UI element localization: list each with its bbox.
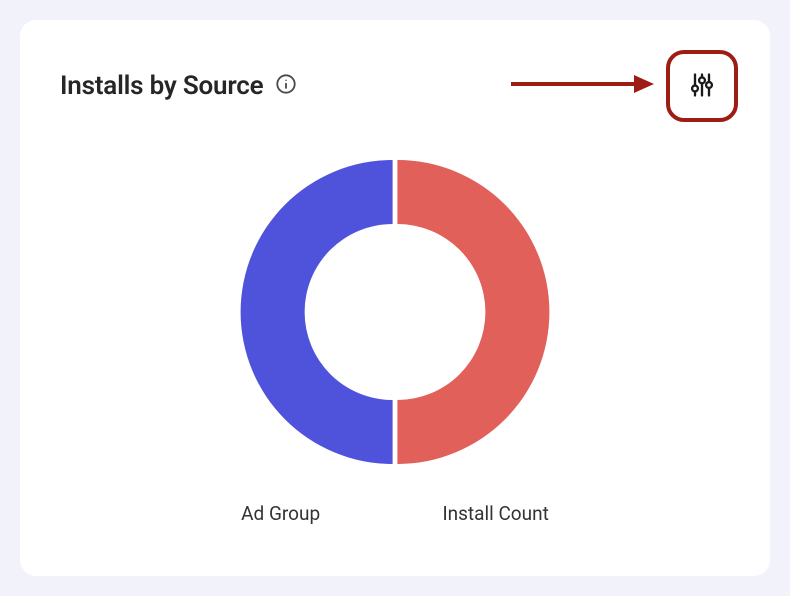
donut-chart: [60, 152, 730, 472]
card-header: Installs by Source: [60, 50, 730, 122]
chart-legend: Ad Group Install Count: [60, 502, 730, 525]
legend-item-ad-group: Ad Group: [241, 502, 320, 525]
legend-item-install-count: Install Count: [442, 502, 548, 525]
header-controls: [506, 50, 738, 122]
info-icon[interactable]: [275, 73, 297, 99]
card-title: Installs by Source: [60, 71, 263, 101]
donut-slice-install-count: [397, 160, 549, 464]
arrow-annotation-icon: [506, 69, 656, 103]
chart-settings-button[interactable]: [666, 50, 738, 122]
title-wrap: Installs by Source: [60, 71, 297, 101]
installs-by-source-card: Installs by Source: [20, 20, 770, 576]
sliders-icon: [688, 71, 716, 102]
donut-slice-ad-group: [241, 160, 393, 464]
